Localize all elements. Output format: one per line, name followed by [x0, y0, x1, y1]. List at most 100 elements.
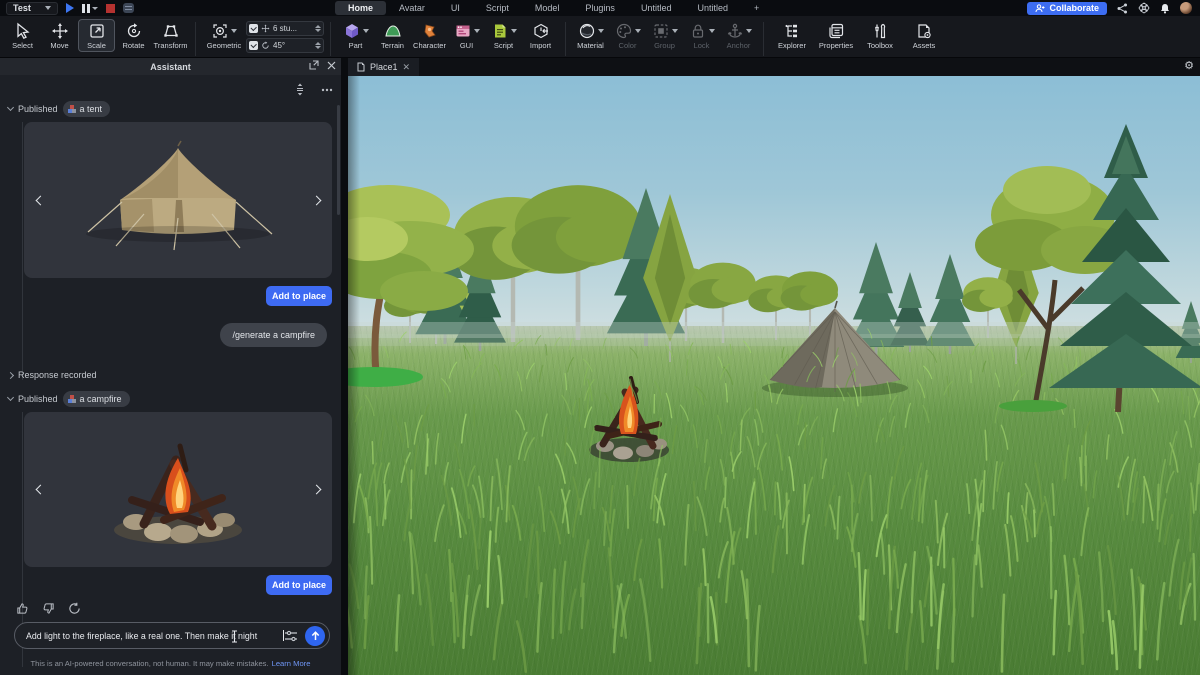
explorer-button[interactable]: Explorer — [770, 19, 814, 52]
carousel-next-button[interactable] — [312, 194, 320, 206]
thumbs-up-icon[interactable] — [16, 602, 29, 615]
toolbox-button[interactable]: Toolbox — [858, 19, 902, 52]
rotate-snap-field[interactable]: 45° — [246, 38, 324, 53]
chevron-down-icon — [45, 6, 51, 10]
assistant-conversation[interactable]: Published a tent — [0, 75, 341, 675]
thumbs-down-icon[interactable] — [42, 602, 55, 615]
stop-icon[interactable] — [106, 4, 115, 13]
tab-home[interactable]: Home — [335, 1, 386, 15]
place-tab[interactable]: Place1 ✕ — [348, 58, 419, 76]
group-icon — [652, 22, 670, 40]
move-snap-checkbox[interactable] — [249, 24, 258, 33]
anchor-button[interactable]: Anchor — [720, 19, 757, 52]
geometric-mode-button[interactable]: Geometric — [202, 19, 246, 52]
tab-avatar[interactable]: Avatar — [386, 1, 438, 15]
color-palette-icon — [615, 22, 633, 40]
script-button[interactable]: Script — [485, 19, 522, 52]
learn-more-link[interactable]: Learn More — [272, 659, 311, 668]
properties-button[interactable]: Properties — [814, 19, 858, 52]
mute-icon[interactable] — [123, 3, 134, 13]
notifications-bell-icon[interactable] — [1160, 3, 1170, 14]
move-snap-field[interactable]: 6 stu... — [246, 21, 324, 36]
assistant-input-text[interactable]: Add light to the fireplace, like a real … — [26, 631, 282, 641]
user-avatar[interactable] — [1180, 2, 1192, 14]
more-options-icon[interactable] — [321, 88, 333, 92]
expand-collapse-icon[interactable] — [295, 83, 305, 96]
response-recorded-row[interactable]: Response recorded — [8, 370, 97, 380]
pause-icon[interactable] — [82, 4, 98, 13]
add-to-place-button-campfire[interactable]: Add to place — [266, 575, 332, 595]
viewport-panel: Place1 ✕ ⚙ — [348, 58, 1200, 675]
gui-window-icon — [454, 22, 472, 40]
part-cube-icon — [343, 22, 361, 40]
published-row-tent[interactable]: Published a tent — [8, 101, 110, 117]
add-to-place-button-tent[interactable]: Add to place — [266, 286, 332, 306]
tab-ui[interactable]: UI — [438, 1, 473, 15]
close-tab-icon[interactable]: ✕ — [403, 62, 411, 73]
rotate-tool-button[interactable]: Rotate — [115, 19, 152, 52]
tab-model[interactable]: Model — [522, 1, 573, 15]
published-row-campfire[interactable]: Published a campfire — [8, 391, 130, 407]
rotate-snap-stepper[interactable] — [315, 42, 321, 49]
asset-chip-tent[interactable]: a tent — [63, 101, 111, 117]
color-button[interactable]: Color — [609, 19, 646, 52]
snap-group: Geometric 6 stu... 45° — [198, 16, 328, 57]
panel-divider[interactable] — [341, 58, 348, 675]
tab-untitled-2[interactable]: Untitled — [684, 1, 741, 15]
asset-chip-campfire[interactable]: a campfire — [63, 391, 130, 407]
terrain-button[interactable]: Terrain — [374, 19, 411, 52]
carousel-prev-button[interactable] — [36, 194, 44, 206]
carousel-prev-button[interactable] — [36, 484, 44, 496]
3d-scene[interactable] — [348, 76, 1200, 675]
lock-button[interactable]: Lock — [683, 19, 720, 52]
regenerate-icon[interactable] — [68, 602, 81, 615]
scale-tool-button[interactable]: Scale — [78, 19, 115, 52]
play-icon[interactable] — [66, 3, 74, 13]
tent-preview-card[interactable] — [24, 122, 332, 278]
tab-add-button[interactable]: + — [741, 1, 772, 15]
move-tool-button[interactable]: Move — [41, 19, 78, 52]
campfire-preview-card[interactable] — [24, 412, 332, 567]
rotate-snap-checkbox[interactable] — [249, 41, 258, 50]
carousel-next-button[interactable] — [312, 484, 320, 496]
gui-button[interactable]: GUI — [448, 19, 485, 52]
move-snap-value[interactable]: 6 stu... — [273, 24, 312, 33]
edge-shadow — [348, 76, 360, 675]
assistant-header: Assistant — [0, 58, 341, 75]
insert-group: Part Terrain Character GUI — [333, 16, 563, 57]
edit-group: Material Color Group — [568, 16, 761, 57]
group-button[interactable]: Group — [646, 19, 683, 52]
collaborate-button[interactable]: Collaborate — [1027, 2, 1107, 15]
tune-icon[interactable] — [284, 630, 298, 642]
assistant-scrollbar[interactable] — [337, 105, 340, 215]
select-tools-group: Select Move Scale Rotate Transform — [0, 16, 193, 57]
assistant-input[interactable]: Add light to the fireplace, like a real … — [14, 622, 330, 649]
tab-script[interactable]: Script — [473, 1, 522, 15]
popout-icon[interactable] — [309, 60, 319, 70]
ribbon-tabs: Home Avatar UI Script Model Plugins Unti… — [175, 1, 1027, 15]
close-icon[interactable] — [327, 61, 336, 70]
feedback-row — [16, 602, 81, 615]
assets-icon — [915, 22, 933, 40]
assets-button[interactable]: Assets — [902, 19, 946, 52]
send-button[interactable] — [305, 626, 325, 646]
tab-plugins[interactable]: Plugins — [572, 1, 628, 15]
select-tool-button[interactable]: Select — [4, 19, 41, 52]
ribbon-toolbar: Select Move Scale Rotate Transform — [0, 16, 1200, 58]
material-button[interactable]: Material — [572, 19, 609, 52]
test-mode-dropdown[interactable]: Test — [6, 2, 58, 15]
tab-untitled-1[interactable]: Untitled — [628, 1, 685, 15]
rotate-snap-value[interactable]: 45° — [273, 41, 312, 50]
select-cursor-icon — [14, 22, 32, 40]
model-icon — [68, 105, 76, 113]
viewport-settings-gear-icon[interactable]: ⚙ — [1184, 59, 1194, 72]
part-button[interactable]: Part — [337, 19, 374, 52]
import-button[interactable]: Import — [522, 19, 559, 52]
assistant-title: Assistant — [0, 62, 341, 72]
apps-grid-icon[interactable] — [1138, 2, 1150, 14]
terrain-icon — [384, 22, 402, 40]
share-icon[interactable] — [1117, 3, 1128, 14]
character-button[interactable]: Character — [411, 19, 448, 52]
transform-tool-button[interactable]: Transform — [152, 19, 189, 52]
move-snap-stepper[interactable] — [315, 25, 321, 32]
